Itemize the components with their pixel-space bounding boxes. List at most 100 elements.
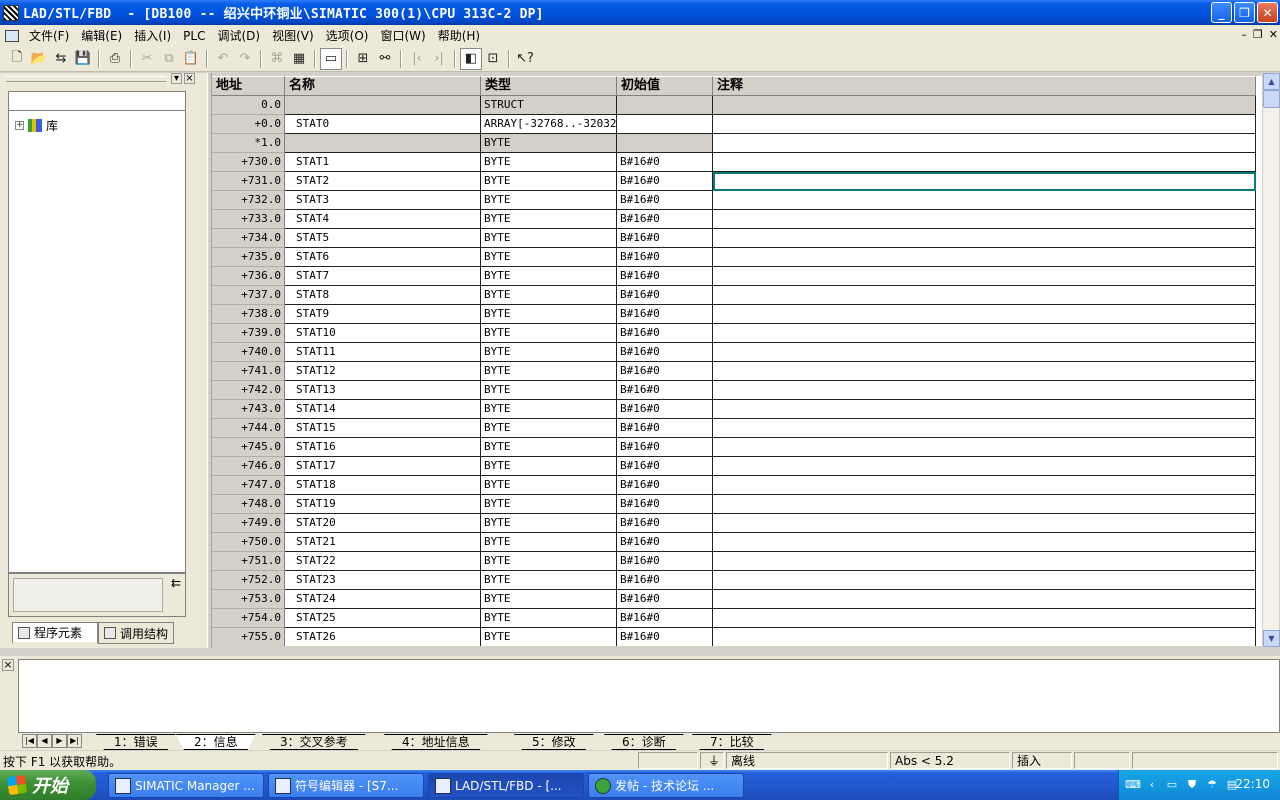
cell-comment[interactable] <box>713 172 1256 191</box>
tab-diagnostics[interactable]: 6：诊断 <box>604 734 684 750</box>
menu-plc[interactable]: PLC <box>177 29 211 43</box>
cell-name[interactable]: STAT20 <box>285 514 481 533</box>
table-row[interactable]: +742.0 STAT13 BYTE B#16#0 <box>212 381 1256 400</box>
tab-compare[interactable]: 7：比较 <box>692 734 772 750</box>
cell-type[interactable]: BYTE <box>481 324 617 343</box>
cell-type[interactable]: BYTE <box>481 343 617 362</box>
prev-tab-icon[interactable]: ◀ <box>37 734 52 748</box>
cell-name[interactable]: STAT6 <box>285 248 481 267</box>
last-tab-icon[interactable]: ▶| <box>67 734 82 748</box>
table-row[interactable]: +738.0 STAT9 BYTE B#16#0 <box>212 305 1256 324</box>
paste-icon[interactable]: 📋 <box>180 48 202 70</box>
table-row[interactable]: *1.0 BYTE <box>212 134 1256 153</box>
menu-window[interactable]: 窗口(W) <box>374 27 431 44</box>
cell-name[interactable]: STAT11 <box>285 343 481 362</box>
keyboard-icon[interactable]: ⌨ <box>1125 778 1141 792</box>
details-icon[interactable]: ⊡ <box>482 48 504 70</box>
table-row[interactable]: +733.0 STAT4 BYTE B#16#0 <box>212 210 1256 229</box>
cell-comment[interactable] <box>713 571 1256 590</box>
next-tab-icon[interactable]: ▶ <box>52 734 67 748</box>
cell-initial-value[interactable]: B#16#0 <box>617 248 713 267</box>
cell-comment[interactable] <box>713 495 1256 514</box>
insert-arrow-icon[interactable]: ⇇ <box>171 576 181 590</box>
cell-type[interactable]: BYTE <box>481 628 617 646</box>
cell-initial-value[interactable]: B#16#0 <box>617 552 713 571</box>
cell-name[interactable]: STAT24 <box>285 590 481 609</box>
menu-view[interactable]: 视图(V) <box>266 27 320 44</box>
tab-call-structure[interactable]: 调用结构 <box>98 622 174 644</box>
cell-type[interactable]: BYTE <box>481 381 617 400</box>
panel-close-icon[interactable]: × <box>184 73 195 84</box>
cell-name[interactable]: STAT17 <box>285 457 481 476</box>
header-initial-value[interactable]: 初始值 <box>617 76 713 96</box>
cell-type[interactable]: BYTE <box>481 476 617 495</box>
cell-type[interactable]: STRUCT <box>481 96 617 115</box>
table-row[interactable]: +734.0 STAT5 BYTE B#16#0 <box>212 229 1256 248</box>
cell-name[interactable]: STAT12 <box>285 362 481 381</box>
table-row[interactable]: +753.0 STAT24 BYTE B#16#0 <box>212 590 1256 609</box>
cell-comment[interactable] <box>713 400 1256 419</box>
cell-type[interactable]: BYTE <box>481 210 617 229</box>
table-row[interactable]: +748.0 STAT19 BYTE B#16#0 <box>212 495 1256 514</box>
header-address[interactable]: 地址 <box>212 76 285 96</box>
cell-comment[interactable] <box>713 362 1256 381</box>
cell-name[interactable]: STAT15 <box>285 419 481 438</box>
table-row[interactable]: +741.0 STAT12 BYTE B#16#0 <box>212 362 1256 381</box>
cell-initial-value[interactable] <box>617 115 713 134</box>
cell-comment[interactable] <box>713 229 1256 248</box>
tray-expand-icon[interactable]: ‹ <box>1145 778 1159 792</box>
cell-initial-value[interactable]: B#16#0 <box>617 191 713 210</box>
cell-type[interactable]: ARRAY[-32768..-32032] <box>481 115 617 134</box>
monitor-icon[interactable]: ⚯ <box>374 48 396 70</box>
header-comment[interactable]: 注释 <box>713 76 1256 96</box>
cell-comment[interactable] <box>713 590 1256 609</box>
tab-info[interactable]: 2：信息 <box>176 734 256 750</box>
cell-name[interactable]: STAT16 <box>285 438 481 457</box>
table-row[interactable]: +754.0 STAT25 BYTE B#16#0 <box>212 609 1256 628</box>
scroll-down-icon[interactable]: ▼ <box>1263 630 1280 647</box>
task-lad-stl-fbd[interactable]: LAD/STL/FBD - [... <box>428 773 584 798</box>
cell-type[interactable]: BYTE <box>481 457 617 476</box>
menu-options[interactable]: 选项(O) <box>320 27 375 44</box>
panel-grip[interactable] <box>6 76 166 82</box>
prev-bookmark-icon[interactable]: |‹ <box>406 48 428 70</box>
cell-initial-value[interactable]: B#16#0 <box>617 476 713 495</box>
cell-comment[interactable] <box>713 248 1256 267</box>
cell-type[interactable]: BYTE <box>481 400 617 419</box>
table-row[interactable]: +0.0 STAT0 ARRAY[-32768..-32032] <box>212 115 1256 134</box>
cell-initial-value[interactable]: B#16#0 <box>617 172 713 191</box>
first-tab-icon[interactable]: |◀ <box>22 734 37 748</box>
mdi-minimize-button[interactable]: – <box>1241 28 1247 41</box>
cell-comment[interactable] <box>713 381 1256 400</box>
table-row[interactable]: +752.0 STAT23 BYTE B#16#0 <box>212 571 1256 590</box>
cell-type[interactable]: BYTE <box>481 191 617 210</box>
cell-name[interactable]: STAT10 <box>285 324 481 343</box>
network-tray-icon[interactable]: ▭ <box>1165 778 1179 792</box>
print-icon[interactable]: ⎙ <box>104 48 126 70</box>
cell-initial-value[interactable]: B#16#0 <box>617 362 713 381</box>
cell-name[interactable]: STAT13 <box>285 381 481 400</box>
table-row[interactable]: +731.0 STAT2 BYTE B#16#0 <box>212 172 1256 191</box>
cell-name[interactable]: STAT19 <box>285 495 481 514</box>
cell-initial-value[interactable]: B#16#0 <box>617 343 713 362</box>
cell-initial-value[interactable]: B#16#0 <box>617 210 713 229</box>
cell-comment[interactable] <box>713 96 1256 115</box>
header-name[interactable]: 名称 <box>285 76 481 96</box>
scroll-thumb[interactable] <box>1263 90 1280 108</box>
table-row[interactable]: +736.0 STAT7 BYTE B#16#0 <box>212 267 1256 286</box>
tree-node-library[interactable]: + 库 <box>15 117 58 134</box>
cell-name[interactable]: STAT7 <box>285 267 481 286</box>
cell-initial-value[interactable]: B#16#0 <box>617 590 713 609</box>
output-close-icon[interactable]: × <box>2 659 14 671</box>
table-row[interactable]: +730.0 STAT1 BYTE B#16#0 <box>212 153 1256 172</box>
tab-cross-reference[interactable]: 3：交叉参考 <box>262 734 366 750</box>
table-row[interactable]: +747.0 STAT18 BYTE B#16#0 <box>212 476 1256 495</box>
tab-errors[interactable]: 1：错误 <box>96 734 176 750</box>
cell-name[interactable]: STAT4 <box>285 210 481 229</box>
undo-icon[interactable]: ↶ <box>212 48 234 70</box>
maximize-button[interactable]: ❐ <box>1234 2 1255 23</box>
cell-initial-value[interactable]: B#16#0 <box>617 438 713 457</box>
menu-help[interactable]: 帮助(H) <box>432 27 486 44</box>
cell-name[interactable]: STAT21 <box>285 533 481 552</box>
cell-comment[interactable] <box>713 153 1256 172</box>
